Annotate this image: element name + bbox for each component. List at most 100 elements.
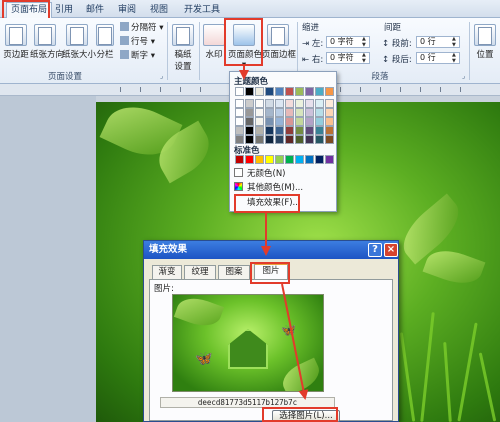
theme-color-tint-swatch[interactable] xyxy=(295,135,304,144)
spacing-before-input[interactable]: 0 行 xyxy=(416,36,460,48)
theme-color-swatch[interactable] xyxy=(325,87,334,96)
theme-color-tint-swatch[interactable] xyxy=(235,108,244,117)
theme-color-tint-swatch[interactable] xyxy=(275,108,284,117)
size-button[interactable]: 纸张大小 xyxy=(62,24,96,60)
theme-color-tint-swatch[interactable] xyxy=(255,126,264,135)
theme-color-tint-swatch[interactable] xyxy=(315,126,324,135)
theme-color-tint-swatch[interactable] xyxy=(285,108,294,117)
theme-color-tint-swatch[interactable] xyxy=(325,117,334,126)
theme-color-swatch[interactable] xyxy=(305,87,314,96)
theme-color-tint-swatch[interactable] xyxy=(235,126,244,135)
standard-color-swatch[interactable] xyxy=(305,155,314,164)
theme-color-swatch[interactable] xyxy=(235,87,244,96)
theme-color-tint-swatch[interactable] xyxy=(255,108,264,117)
theme-color-tint-swatch[interactable] xyxy=(325,126,334,135)
standard-color-swatch[interactable] xyxy=(295,155,304,164)
theme-color-tint-swatch[interactable] xyxy=(305,99,314,108)
tab-developer[interactable]: 开发工具 xyxy=(184,3,220,18)
page-borders-button[interactable]: 页面边框 xyxy=(262,24,296,60)
tab-mailings[interactable]: 邮件 xyxy=(86,3,104,18)
theme-color-tint-swatch[interactable] xyxy=(235,99,244,108)
theme-color-tint-swatch[interactable] xyxy=(275,126,284,135)
theme-color-tint-swatch[interactable] xyxy=(255,135,264,144)
theme-color-tint-swatch[interactable] xyxy=(285,126,294,135)
theme-color-tint-swatch[interactable] xyxy=(315,135,324,144)
tab-review[interactable]: 审阅 xyxy=(118,3,136,18)
theme-color-tint-swatch[interactable] xyxy=(305,126,314,135)
theme-color-tint-swatch[interactable] xyxy=(295,126,304,135)
theme-color-tint-swatch[interactable] xyxy=(295,99,304,108)
tab-gradient[interactable]: 渐变 xyxy=(152,265,182,279)
tab-view[interactable]: 视图 xyxy=(150,3,168,18)
standard-color-swatch[interactable] xyxy=(255,155,264,164)
standard-color-swatch[interactable] xyxy=(315,155,324,164)
theme-color-tint-swatch[interactable] xyxy=(305,108,314,117)
theme-color-tint-swatch[interactable] xyxy=(295,117,304,126)
theme-color-tint-swatch[interactable] xyxy=(285,117,294,126)
theme-color-swatch[interactable] xyxy=(245,87,254,96)
theme-color-tint-swatch[interactable] xyxy=(275,99,284,108)
help-button[interactable]: ? xyxy=(368,243,382,257)
theme-color-tint-swatch[interactable] xyxy=(265,117,274,126)
theme-color-tint-swatch[interactable] xyxy=(285,99,294,108)
breaks-button[interactable]: 分隔符 ▾ xyxy=(120,21,163,33)
close-button[interactable]: × xyxy=(384,243,398,257)
indent-right-input[interactable]: 0 字符 xyxy=(326,52,370,64)
orientation-button[interactable]: 纸张方向 xyxy=(30,24,64,60)
theme-color-tint-swatch[interactable] xyxy=(265,99,274,108)
theme-color-tint-swatch[interactable] xyxy=(315,108,324,117)
hyphenation-button[interactable]: 断字 ▾ xyxy=(120,49,155,61)
theme-color-swatch[interactable] xyxy=(285,87,294,96)
watermark-button[interactable]: 水印 xyxy=(202,24,226,60)
standard-color-swatch[interactable] xyxy=(265,155,274,164)
position-button[interactable]: 位置 xyxy=(472,24,498,60)
columns-button[interactable]: 分栏 xyxy=(95,24,115,60)
margins-button[interactable]: 页边距 xyxy=(2,24,30,60)
theme-color-swatch[interactable] xyxy=(265,87,274,96)
theme-color-tint-swatch[interactable] xyxy=(245,126,254,135)
theme-color-tint-swatch[interactable] xyxy=(275,135,284,144)
theme-color-swatch[interactable] xyxy=(295,87,304,96)
theme-color-tint-swatch[interactable] xyxy=(235,117,244,126)
indent-left-input[interactable]: 0 字符 xyxy=(326,36,370,48)
theme-color-tint-swatch[interactable] xyxy=(245,135,254,144)
theme-color-tint-swatch[interactable] xyxy=(245,108,254,117)
theme-color-swatch[interactable] xyxy=(255,87,264,96)
theme-color-tint-swatch[interactable] xyxy=(265,108,274,117)
standard-color-swatch[interactable] xyxy=(275,155,284,164)
draft-paper-button[interactable]: 稿纸 设置 xyxy=(170,24,196,72)
standard-color-swatch[interactable] xyxy=(285,155,294,164)
breaks-icon xyxy=(120,22,129,31)
standard-color-swatch[interactable] xyxy=(235,155,244,164)
theme-color-tint-swatch[interactable] xyxy=(325,99,334,108)
theme-color-tint-swatch[interactable] xyxy=(315,99,324,108)
theme-color-tint-swatch[interactable] xyxy=(245,117,254,126)
tab-texture[interactable]: 纹理 xyxy=(184,265,216,279)
theme-color-tint-swatch[interactable] xyxy=(315,117,324,126)
theme-color-tint-swatch[interactable] xyxy=(325,135,334,144)
no-color-item[interactable]: 无颜色(N) xyxy=(234,168,286,181)
theme-color-tint-swatch[interactable] xyxy=(255,99,264,108)
theme-color-tint-swatch[interactable] xyxy=(245,99,254,108)
paragraph-launcher-icon[interactable]: ⌟ xyxy=(462,72,465,80)
theme-color-tint-swatch[interactable] xyxy=(305,135,314,144)
theme-color-tint-swatch[interactable] xyxy=(255,117,264,126)
theme-color-tint-swatch[interactable] xyxy=(295,108,304,117)
spacing-after-input[interactable]: 0 行 xyxy=(416,52,460,64)
tab-references[interactable]: 引用 xyxy=(55,3,73,18)
breaks-label: 分隔符 xyxy=(131,23,157,33)
theme-color-tint-swatch[interactable] xyxy=(305,117,314,126)
page-setup-launcher-icon[interactable]: ⌟ xyxy=(160,72,163,80)
standard-color-swatch[interactable] xyxy=(325,155,334,164)
tab-pattern[interactable]: 图案 xyxy=(218,265,250,279)
theme-color-swatch[interactable] xyxy=(315,87,324,96)
theme-color-tint-swatch[interactable] xyxy=(265,135,274,144)
theme-color-tint-swatch[interactable] xyxy=(275,117,284,126)
theme-color-tint-swatch[interactable] xyxy=(235,135,244,144)
theme-color-swatch[interactable] xyxy=(275,87,284,96)
standard-color-swatch[interactable] xyxy=(245,155,254,164)
theme-color-tint-swatch[interactable] xyxy=(325,108,334,117)
line-numbers-button[interactable]: 行号 ▾ xyxy=(120,35,155,47)
theme-color-tint-swatch[interactable] xyxy=(285,135,294,144)
theme-color-tint-swatch[interactable] xyxy=(265,126,274,135)
